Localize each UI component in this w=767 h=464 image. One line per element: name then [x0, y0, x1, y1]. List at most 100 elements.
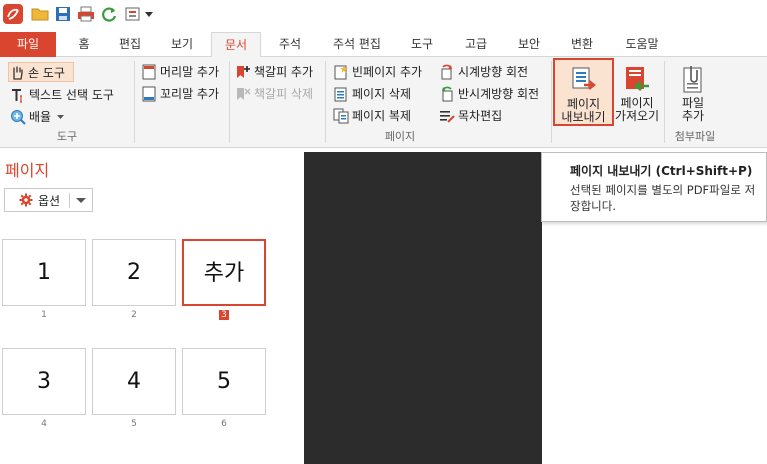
rotate-counterclockwise-icon — [442, 86, 453, 102]
attach-file-icon — [683, 66, 702, 93]
page-thumbnail-selected[interactable]: 추가 — [182, 239, 266, 306]
footer-add-label: 꼬리말 추가 — [160, 87, 220, 101]
toc-edit-icon — [440, 111, 455, 123]
save-icon[interactable] — [54, 5, 72, 23]
refresh-icon[interactable] — [100, 5, 118, 23]
ribbon-tabs: 파일 홈 편집 보기 문서 주석 주석 편집 도구 고급 보안 변환 도움말 — [0, 32, 767, 58]
text-select-tool-label: 텍스트 선택 도구 — [29, 88, 114, 102]
tab-annotation-edit[interactable]: 주석 편집 — [322, 32, 392, 57]
tab-annotation[interactable]: 주석 — [268, 32, 312, 57]
tab-advanced[interactable]: 고급 — [454, 32, 498, 57]
page-number: 6 — [221, 419, 227, 429]
bookmark-delete-button[interactable]: 책갈피 삭제 — [235, 84, 321, 104]
text-cursor-icon — [12, 89, 22, 103]
document-view[interactable] — [304, 152, 542, 464]
zoom-button[interactable]: 배율 — [10, 107, 66, 127]
options-button[interactable]: 옵션 — [4, 188, 93, 212]
ribbon-divider — [551, 61, 552, 143]
tab-view[interactable]: 보기 — [160, 32, 204, 57]
options-divider — [69, 193, 70, 208]
window-options-icon[interactable] — [124, 5, 142, 23]
header-add-label: 머리말 추가 — [160, 65, 220, 79]
ribbon-divider — [134, 61, 135, 143]
zoom-label: 배율 — [29, 110, 52, 124]
zoom-icon — [11, 110, 26, 125]
hand-icon — [13, 66, 23, 80]
hand-tool-label: 손 도구 — [28, 66, 65, 80]
hand-tool-button[interactable]: 손 도구 — [8, 62, 74, 82]
blank-page-add-label: 빈페이지 추가 — [352, 65, 423, 79]
page-number: 5 — [131, 419, 137, 429]
page-import-icon — [626, 67, 649, 92]
tab-convert[interactable]: 변환 — [560, 32, 604, 57]
panel-title: 페이지 — [5, 161, 50, 180]
footer-icon — [142, 86, 156, 102]
dropdown-arrow-icon[interactable] — [144, 10, 154, 20]
chevron-down-icon — [57, 115, 64, 119]
rotate-clockwise-icon — [441, 64, 452, 80]
tab-document[interactable]: 문서 — [211, 32, 261, 58]
tools-group-label: 도구 — [56, 130, 78, 143]
page-delete-button[interactable]: 페이지 삭제 — [333, 84, 429, 104]
text-select-tool-button[interactable]: 텍스트 선택 도구 — [10, 85, 128, 105]
page-thumbnail[interactable]: 3 — [2, 348, 86, 415]
attach-file-button[interactable]: 파일 추가 — [670, 59, 716, 129]
attach-file-label-2: 추가 — [681, 109, 705, 123]
open-folder-icon[interactable] — [31, 5, 49, 23]
ribbon: 손 도구 텍스트 선택 도구 배율 도구 머리말 추가 꼬리말 추가 책갈피 추… — [0, 57, 767, 148]
page-number-badge: 3 — [219, 310, 229, 320]
rotate-clockwise-button[interactable]: 시계방향 회전 — [439, 62, 539, 82]
toc-edit-button[interactable]: 목차편집 — [439, 106, 539, 126]
gear-icon — [19, 193, 33, 207]
page-delete-label: 페이지 삭제 — [352, 87, 412, 101]
bookmark-add-button[interactable]: 책갈피 추가 — [235, 62, 321, 82]
page-thumbnail[interactable]: 2 — [92, 239, 176, 306]
bookmark-add-label: 책갈피 추가 — [254, 65, 314, 79]
blank-page-icon — [334, 65, 348, 80]
page-panel: 페이지 옵션 1 1 2 2 추가 3 3 4 4 5 5 6 — [0, 149, 304, 464]
page-copy-icon — [333, 108, 349, 124]
page-number: 4 — [41, 419, 47, 429]
tooltip: 페이지 내보내기 (Ctrl+Shift+P) 선택된 페이지를 별도의 PDF… — [541, 152, 767, 222]
bookmark-delete-icon — [237, 88, 251, 100]
header-add-button[interactable]: 머리말 추가 — [141, 62, 225, 82]
tooltip-body: 선택된 페이지를 별도의 PDF파일로 저장합니다. — [570, 183, 756, 213]
page-number: 1 — [41, 310, 47, 320]
page-thumbnail[interactable]: 5 — [182, 348, 266, 415]
options-label: 옵션 — [38, 194, 61, 208]
page-delete-icon — [334, 87, 347, 102]
page-thumbnail[interactable]: 4 — [92, 348, 176, 415]
tab-file[interactable]: 파일 — [0, 32, 56, 57]
page-export-button[interactable]: 페이지 내보내기 — [553, 58, 614, 126]
tooltip-title: 페이지 내보내기 (Ctrl+Shift+P) — [570, 164, 753, 178]
ribbon-divider — [229, 61, 230, 143]
header-icon — [142, 64, 156, 80]
tab-security[interactable]: 보안 — [507, 32, 551, 57]
page-import-button[interactable]: 페이지 가져오기 — [614, 59, 660, 129]
tab-edit[interactable]: 편집 — [108, 32, 152, 57]
page-export-icon — [572, 67, 596, 90]
quick-access-toolbar — [0, 0, 767, 29]
tab-tools[interactable]: 도구 — [400, 32, 444, 57]
attach-group-label: 첨부파일 — [674, 130, 716, 143]
bookmark-add-icon — [237, 66, 250, 78]
page-number: 2 — [131, 310, 137, 320]
page-number-selected: 3 — [182, 310, 266, 320]
rotate-counterclockwise-button[interactable]: 반시계방향 회전 — [439, 84, 549, 104]
page-copy-button[interactable]: 페이지 복제 — [333, 106, 429, 126]
footer-add-button[interactable]: 꼬리말 추가 — [141, 84, 225, 104]
tab-home[interactable]: 홈 — [66, 32, 102, 57]
page-import-label-2: 가져오기 — [614, 109, 660, 123]
page-copy-label: 페이지 복제 — [352, 109, 412, 123]
chevron-down-icon[interactable] — [76, 198, 86, 203]
rotate-counterclockwise-label: 반시계방향 회전 — [458, 87, 540, 101]
app-logo-icon — [3, 4, 23, 24]
bookmark-delete-label: 책갈피 삭제 — [254, 87, 314, 101]
rotate-clockwise-label: 시계방향 회전 — [458, 65, 529, 79]
print-icon[interactable] — [77, 5, 95, 23]
toc-edit-label: 목차편집 — [458, 109, 503, 123]
page-export-label-2: 내보내기 — [561, 110, 606, 124]
tab-help[interactable]: 도움말 — [614, 32, 670, 57]
blank-page-add-button[interactable]: 빈페이지 추가 — [333, 62, 429, 82]
page-thumbnail[interactable]: 1 — [2, 239, 86, 306]
